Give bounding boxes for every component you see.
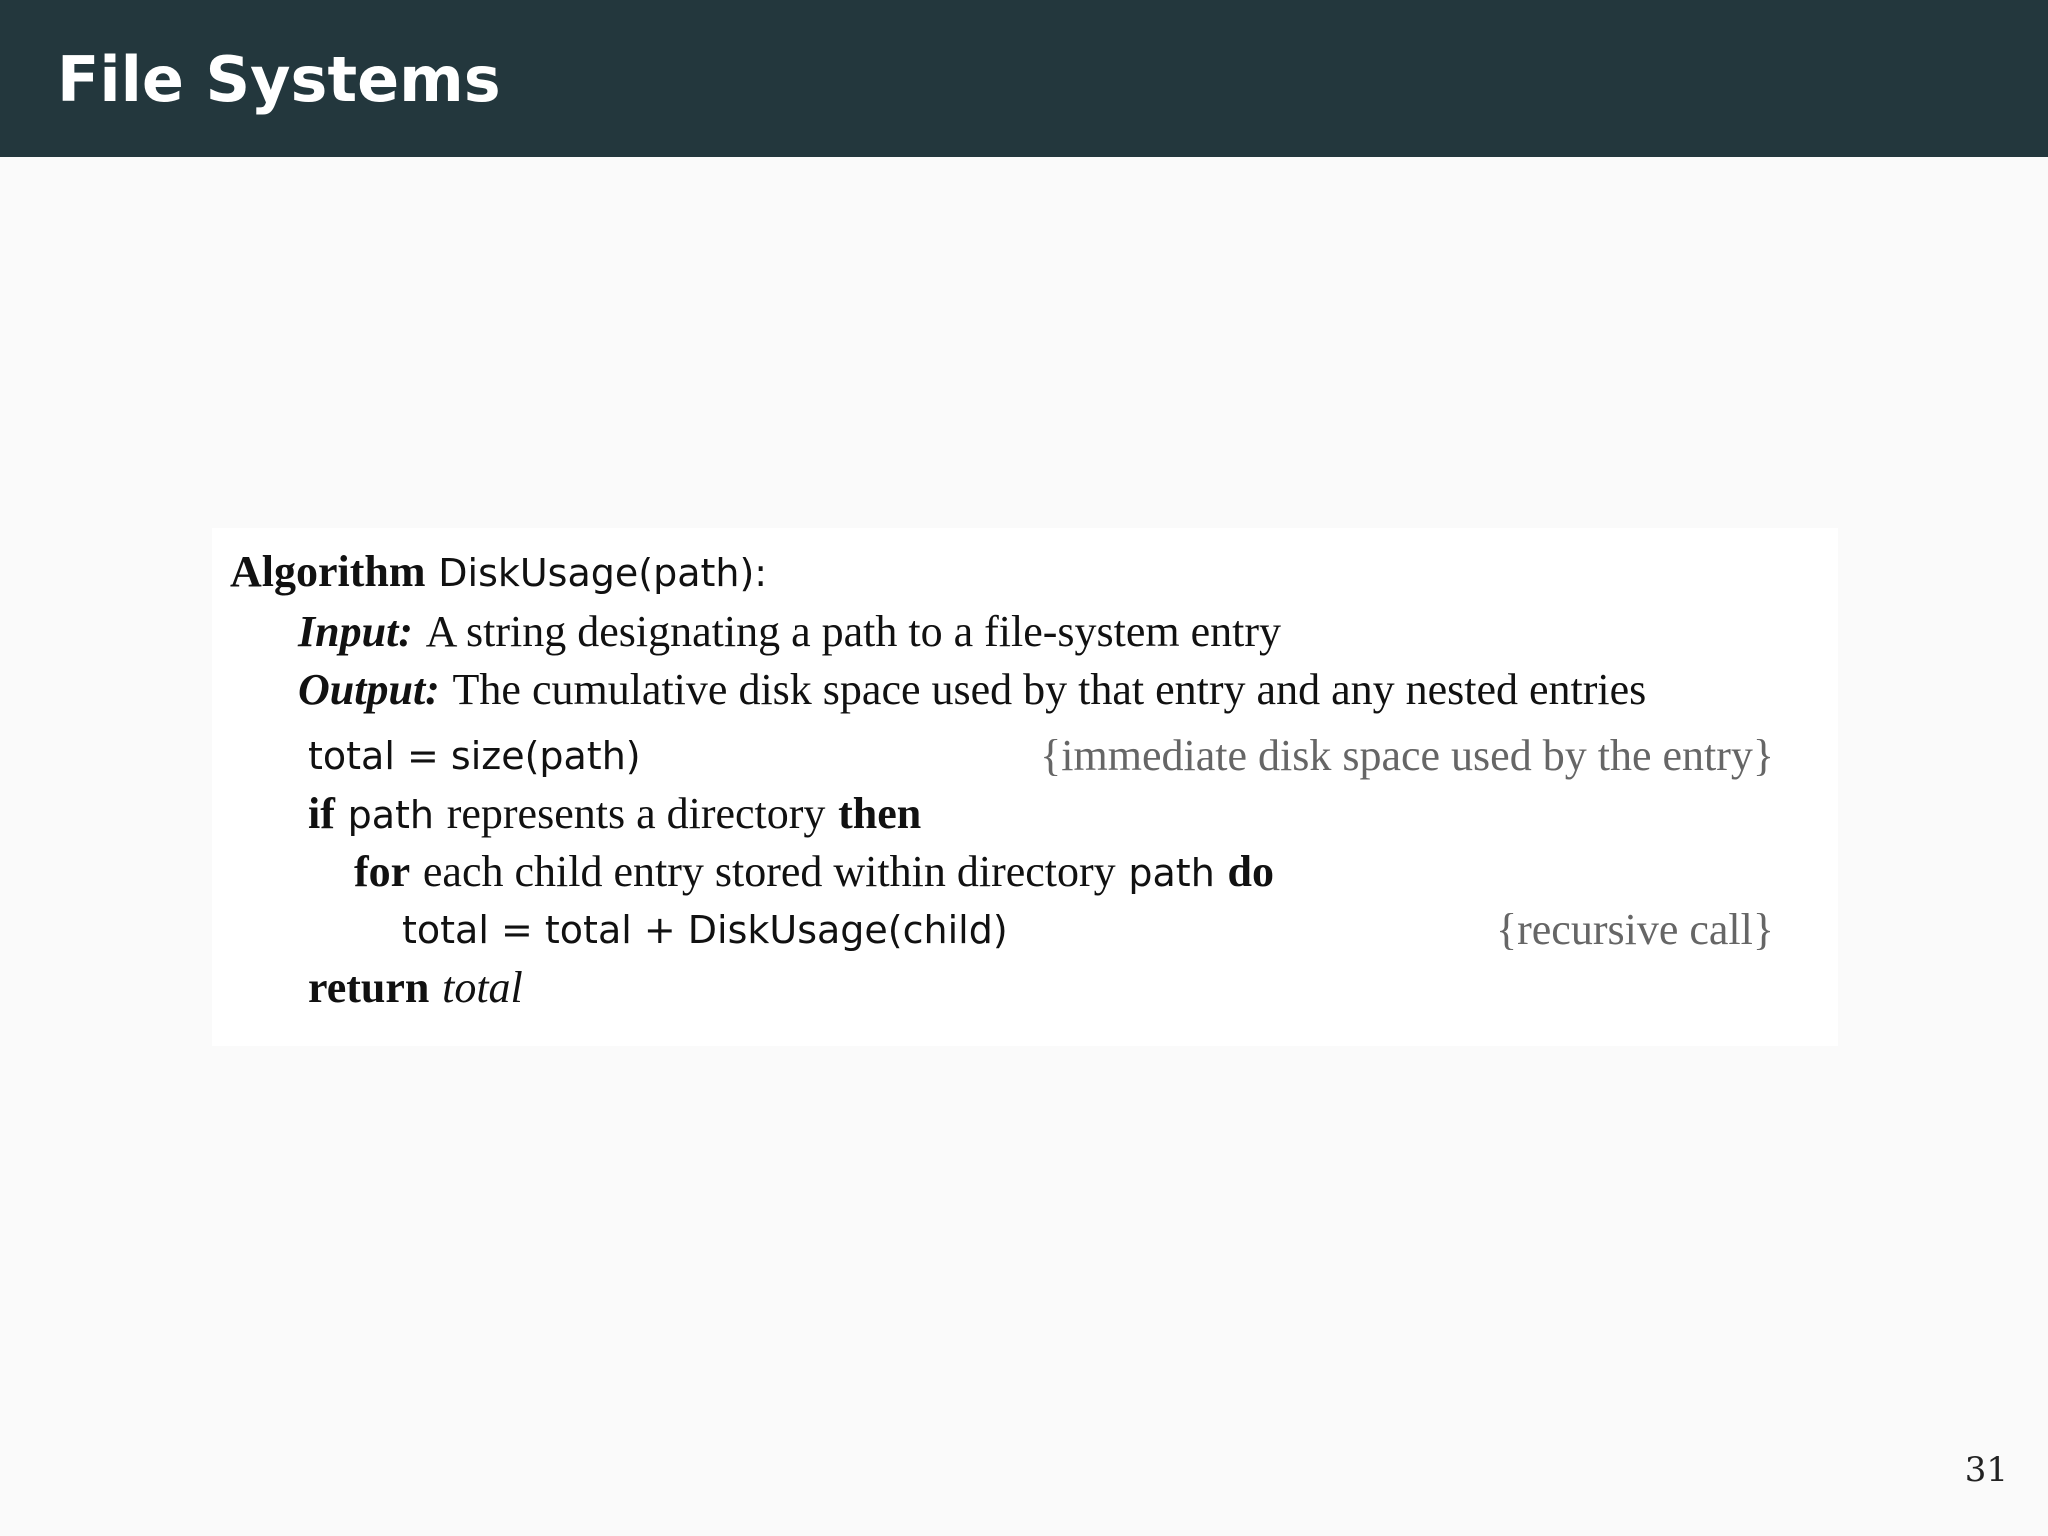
- for-loop-text: each child entry stored within directory: [422, 847, 1116, 896]
- slide-header-bar: File Systems: [0, 0, 2048, 157]
- if-keyword: if: [308, 789, 335, 838]
- algorithm-header-line: Algorithm DiskUsage(path):: [230, 546, 767, 599]
- slide-title: File Systems: [57, 43, 501, 116]
- output-line: Output: The cumulative disk space used b…: [298, 664, 1646, 717]
- code-line-total-size: total = size(path): [308, 730, 641, 782]
- algorithm-box: Algorithm DiskUsage(path): Input: A stri…: [212, 528, 1838, 1046]
- code-total-recursive: total = total + DiskUsage(child): [402, 908, 1008, 952]
- input-description: A string designating a path to a file-sy…: [425, 607, 1282, 656]
- output-description: The cumulative disk space used by that e…: [452, 665, 1647, 714]
- code-line-recursive: total = total + DiskUsage(child): [402, 904, 1008, 956]
- return-value: total: [442, 963, 523, 1012]
- code-line-return: return total: [308, 962, 523, 1015]
- algorithm-signature: DiskUsage(path):: [438, 551, 768, 595]
- do-keyword: do: [1227, 847, 1274, 896]
- if-path-variable: path: [347, 793, 434, 837]
- return-keyword: return: [308, 963, 430, 1012]
- algorithm-keyword: Algorithm: [230, 547, 426, 596]
- for-keyword: for: [354, 847, 411, 896]
- page-number: 31: [1964, 1450, 2008, 1490]
- comment-immediate-disk-space: {immediate disk space used by the entry}: [1040, 731, 1774, 780]
- input-label: Input:: [298, 607, 413, 656]
- output-label: Output:: [298, 665, 440, 714]
- for-path-variable: path: [1128, 851, 1215, 895]
- code-line-if: if path represents a directory then: [308, 788, 921, 841]
- code-total-size: total = size(path): [308, 734, 641, 778]
- input-line: Input: A string designating a path to a …: [298, 606, 1281, 659]
- then-keyword: then: [838, 789, 922, 838]
- if-condition-text: represents a directory: [446, 789, 826, 838]
- comment-recursive-call: {recursive call}: [1496, 905, 1774, 954]
- code-line-for: for each child entry stored within direc…: [354, 846, 1274, 899]
